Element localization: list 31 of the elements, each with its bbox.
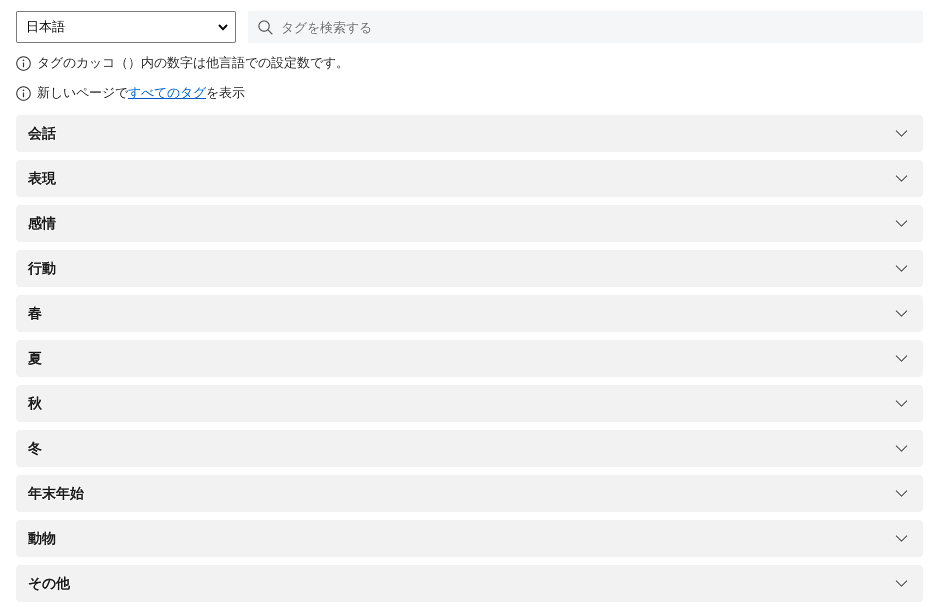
- category-accordion[interactable]: 夏: [16, 340, 923, 377]
- info-text: 新しいページですべてのタグを表示: [37, 84, 245, 102]
- category-accordion[interactable]: 行動: [16, 250, 923, 287]
- all-tags-link[interactable]: すべてのタグ: [128, 85, 206, 100]
- info-icon: [16, 56, 31, 70]
- search-field[interactable]: タグを検索する: [248, 11, 923, 43]
- search-icon: [258, 20, 273, 35]
- category-accordion[interactable]: 春: [16, 295, 923, 332]
- chevron-icon: [895, 310, 908, 317]
- chevron-icon: [895, 130, 908, 137]
- info-icon: [16, 86, 31, 100]
- chevron-icon: [895, 400, 908, 407]
- category-accordion[interactable]: 表現: [16, 160, 923, 197]
- category-accordion[interactable]: 動物: [16, 520, 923, 557]
- category-accordion[interactable]: 年末年始: [16, 475, 923, 512]
- language-select[interactable]: 日本語: [16, 11, 236, 43]
- category-accordion[interactable]: 秋: [16, 385, 923, 422]
- chevron-down-icon: [218, 24, 228, 31]
- chevron-icon: [895, 220, 908, 227]
- chevron-icon: [895, 265, 908, 272]
- category-accordion[interactable]: 冬: [16, 430, 923, 467]
- chevron-icon: [895, 445, 908, 452]
- category-accordion[interactable]: 感情: [16, 205, 923, 242]
- category-accordion[interactable]: 会話: [16, 115, 923, 152]
- info-text: タグのカッコ（）内の数字は他言語での設定数です。: [37, 54, 349, 72]
- chevron-icon: [895, 580, 908, 587]
- category-accordion[interactable]: その他: [16, 565, 923, 602]
- chevron-icon: [895, 535, 908, 542]
- chevron-icon: [895, 355, 908, 362]
- chevron-icon: [895, 175, 908, 182]
- chevron-icon: [895, 490, 908, 497]
